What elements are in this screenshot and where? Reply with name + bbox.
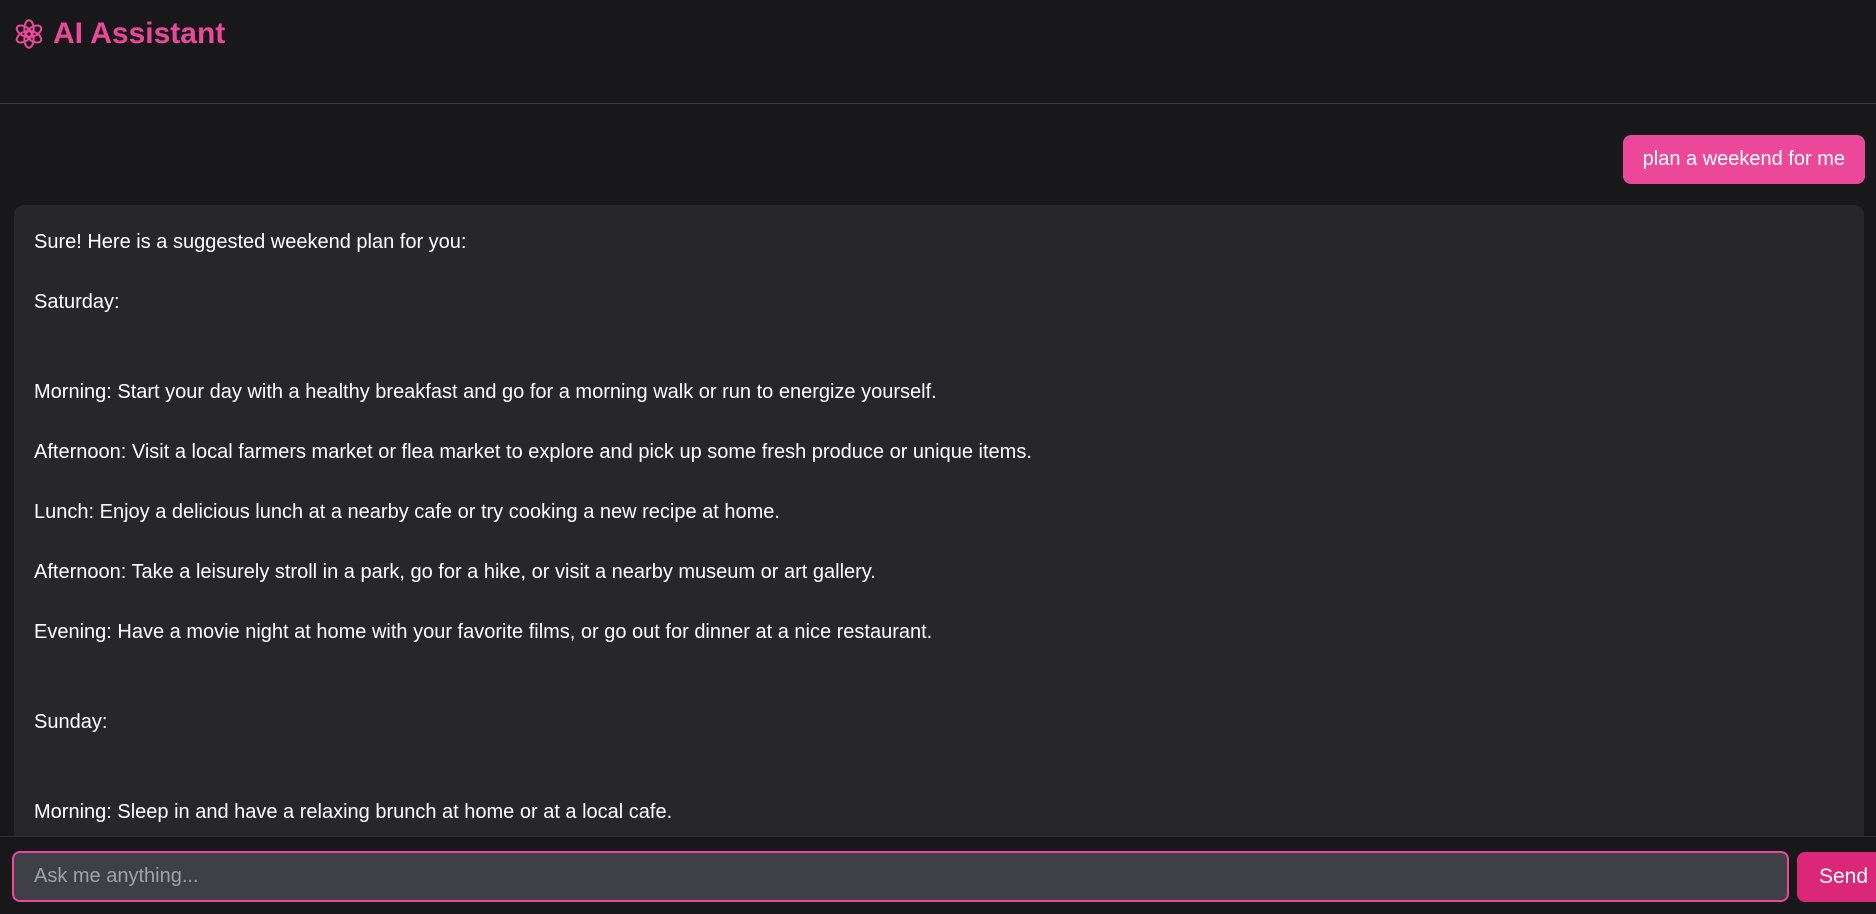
app-header: AI Assistant <box>0 0 1876 104</box>
plan-item: Afternoon: Visit a local farmers market … <box>34 441 1032 463</box>
brand: AI Assistant <box>13 14 225 54</box>
send-button[interactable]: Send <box>1797 852 1876 902</box>
plan-item: Morning: Start your day with a healthy b… <box>34 381 937 403</box>
plan-item: Morning: Sleep in and have a relaxing br… <box>34 801 673 823</box>
chat-area[interactable]: plan a weekend for me Sure! Here is a su… <box>0 105 1876 836</box>
app-title: AI Assistant <box>53 17 226 50</box>
user-message: plan a weekend for me <box>1622 135 1865 184</box>
assistant-intro: Sure! Here is a suggested weekend plan f… <box>34 231 467 253</box>
saturday-heading: Saturday: <box>34 291 120 313</box>
user-message-row: plan a weekend for me <box>1622 135 1865 184</box>
plan-item: Evening: Have a movie night at home with… <box>34 621 933 643</box>
chat-input[interactable] <box>12 851 1789 902</box>
message-composer: Send <box>0 836 1876 914</box>
plan-item: Lunch: Enjoy a delicious lunch at a near… <box>34 501 780 523</box>
assistant-message: Sure! Here is a suggested weekend plan f… <box>14 205 1864 836</box>
plan-item: Afternoon: Take a leisurely stroll in a … <box>34 561 876 583</box>
sunday-heading: Sunday: <box>34 711 108 733</box>
openai-logo-icon <box>13 18 45 50</box>
